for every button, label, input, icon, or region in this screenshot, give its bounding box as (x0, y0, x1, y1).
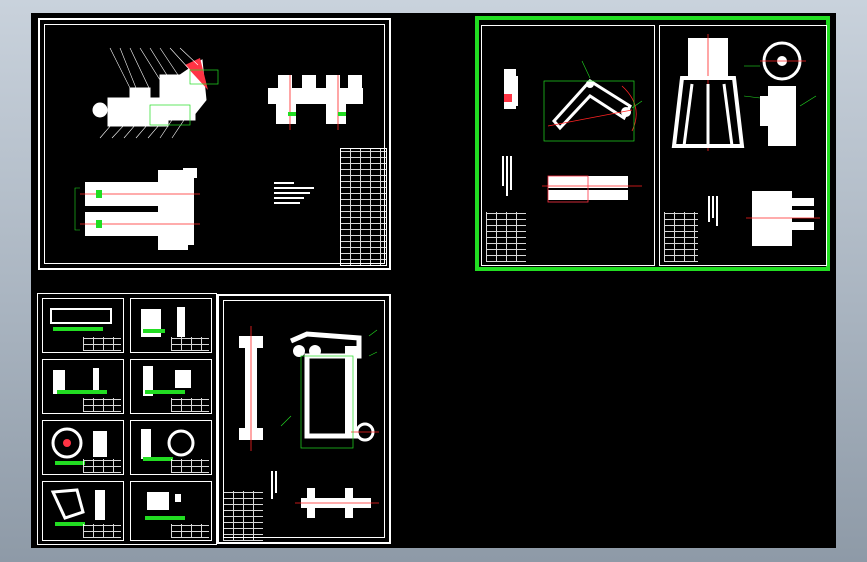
title-block-icon (223, 491, 263, 541)
linkage-sheet[interactable] (217, 294, 391, 544)
title-block-icon (486, 212, 526, 262)
thumb-1[interactable] (42, 298, 124, 353)
gripper-sheet[interactable] (659, 25, 827, 266)
thumb-2[interactable] (130, 298, 212, 353)
thumb-6[interactable] (130, 420, 212, 475)
assembly-sheet[interactable] (38, 18, 391, 270)
thumb-3[interactable] (42, 359, 124, 414)
title-block-icon (664, 212, 698, 262)
thumb-4[interactable] (130, 359, 212, 414)
arm-sheet[interactable] (481, 25, 655, 266)
cad-canvas[interactable] (31, 13, 836, 548)
thumbnails-sheet[interactable] (37, 293, 217, 545)
selected-group[interactable] (475, 16, 830, 271)
thumb-7[interactable] (42, 481, 124, 541)
thumb-8[interactable] (130, 481, 212, 541)
thumb-5[interactable] (42, 420, 124, 475)
